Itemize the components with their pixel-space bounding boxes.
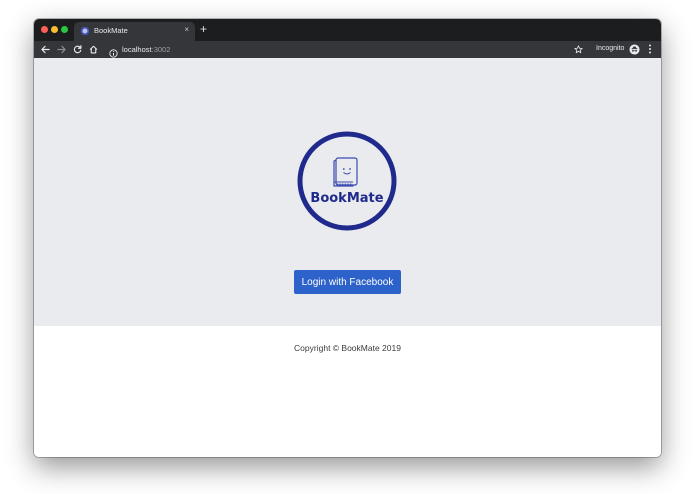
tab-close-icon[interactable]: × [184,25,189,35]
url-port: :3002 [151,45,171,54]
incognito-icon[interactable] [628,43,640,55]
tab-title: BookMate [94,26,128,35]
tab-bookmate[interactable]: BookMate × [74,22,195,41]
copyright-text: Copyright © BookMate 2019 [294,343,401,353]
reload-icon[interactable] [71,43,83,55]
bookmate-logo: BookMate [296,130,398,232]
url-host: localhost [122,45,152,54]
star-icon[interactable] [572,43,584,55]
new-tab-button[interactable]: + [200,21,207,37]
home-icon[interactable] [87,43,99,55]
hero-section: BookMate Login with Facebook [34,58,661,326]
window-minimize-button[interactable] [51,26,58,33]
back-arrow-icon[interactable] [39,43,51,55]
logo-text: BookMate [310,191,383,206]
address-url: localhost:3002 [122,44,170,55]
window-maximize-button[interactable] [61,26,68,33]
browser-window: BookMate × + localhost:3002 Incognito Bo… [34,19,661,457]
address-bar[interactable]: localhost:3002 [106,42,590,58]
login-with-facebook-button[interactable]: Login with Facebook [294,270,401,294]
page-content: BookMate Login with Facebook Copyright ©… [34,58,661,457]
incognito-label: Incognito [596,45,625,52]
favicon-icon [81,27,89,35]
tab-strip: BookMate × + [34,19,661,41]
browser-toolbar: localhost:3002 Incognito [34,41,661,58]
footer: Copyright © BookMate 2019 [34,326,661,457]
window-close-button[interactable] [41,26,48,33]
forward-arrow-icon[interactable] [55,43,67,55]
info-icon[interactable] [109,45,118,58]
more-vert-icon[interactable] [644,43,656,55]
